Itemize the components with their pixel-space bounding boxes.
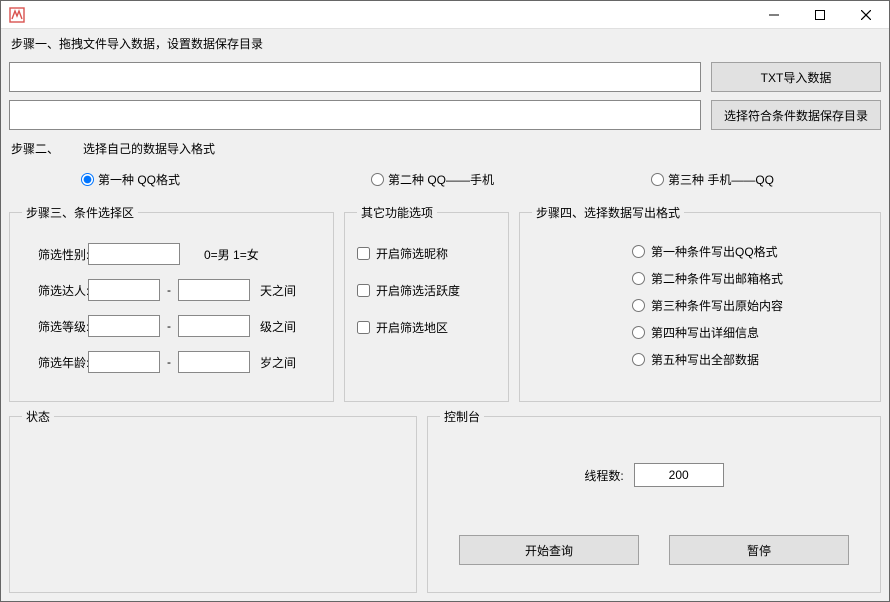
filter-region-checkbox[interactable] [357,321,370,334]
pause-button[interactable]: 暂停 [669,535,849,565]
gender-input[interactable] [88,243,180,265]
step2-prefix: 步骤二、 [11,140,59,157]
import-format-opt1-radio[interactable] [81,173,94,186]
other-legend: 其它功能选项 [357,204,437,221]
step1-label: 步骤一、拖拽文件导入数据，设置数据保存目录 [11,35,881,52]
filter-activity-checkbox[interactable] [357,284,370,297]
threads-input[interactable] [634,463,724,487]
daren-from-input[interactable] [88,279,160,301]
export-format-opt3[interactable]: 第三种条件写出原始内容 [632,297,868,314]
export-format-opt1[interactable]: 第一种条件写出QQ格式 [632,243,868,260]
app-icon [7,5,27,25]
status-fieldset: 状态 [9,408,417,593]
start-query-button[interactable]: 开始查询 [459,535,639,565]
import-format-opt1[interactable]: 第一种 QQ格式 [81,171,371,188]
age-to-input[interactable] [178,351,250,373]
maximize-button[interactable] [797,1,843,29]
level-to-input[interactable] [178,315,250,337]
console-legend: 控制台 [440,408,484,425]
level-suffix: 级之间 [260,318,296,335]
step4-fieldset: 步骤四、选择数据写出格式 第一种条件写出QQ格式 第二种条件写出邮箱格式 第三种… [519,204,881,402]
drop-file-input[interactable] [9,62,701,92]
import-format-opt3[interactable]: 第三种 手机——QQ [651,171,774,188]
filter-nickname-check[interactable]: 开启筛选昵称 [357,245,496,262]
step2-label: 选择自己的数据导入格式 [83,140,215,157]
step3-legend: 步骤三、条件选择区 [22,204,138,221]
other-options-fieldset: 其它功能选项 开启筛选昵称 开启筛选活跃度 开启筛选地区 [344,204,509,402]
filter-region-check[interactable]: 开启筛选地区 [357,319,496,336]
daren-label: 筛选达人: [22,282,82,299]
daren-to-input[interactable] [178,279,250,301]
import-format-opt2-radio[interactable] [371,173,384,186]
level-label: 筛选等级: [22,318,82,335]
save-path-input[interactable] [9,100,701,130]
gender-label: 筛选性别: [22,246,82,263]
step3-fieldset: 步骤三、条件选择区 筛选性别: 0=男 1=女 筛选达人: - 天之间 筛选等级… [9,204,334,402]
app-window: 步骤一、拖拽文件导入数据，设置数据保存目录 TXT导入数据 选择符合条件数据保存… [0,0,890,602]
threads-label: 线程数: [584,467,623,484]
export-format-opt4[interactable]: 第四种写出详细信息 [632,324,868,341]
age-label: 筛选年龄: [22,354,82,371]
import-txt-button[interactable]: TXT导入数据 [711,62,881,92]
age-from-input[interactable] [88,351,160,373]
console-fieldset: 控制台 线程数: 开始查询 暂停 [427,408,881,593]
export-format-opt5[interactable]: 第五种写出全部数据 [632,351,868,368]
filter-nickname-checkbox[interactable] [357,247,370,260]
level-from-input[interactable] [88,315,160,337]
filter-activity-check[interactable]: 开启筛选活跃度 [357,282,496,299]
step4-legend: 步骤四、选择数据写出格式 [532,204,684,221]
daren-suffix: 天之间 [260,282,296,299]
gender-key: 0=男 1=女 [204,246,259,263]
import-format-opt2[interactable]: 第二种 QQ——手机 [371,171,651,188]
import-format-opt3-radio[interactable] [651,173,664,186]
client-area: 步骤一、拖拽文件导入数据，设置数据保存目录 TXT导入数据 选择符合条件数据保存… [1,29,889,601]
titlebar [1,1,889,29]
choose-save-path-button[interactable]: 选择符合条件数据保存目录 [711,100,881,130]
close-button[interactable] [843,1,889,29]
status-legend: 状态 [22,408,54,425]
minimize-button[interactable] [751,1,797,29]
age-suffix: 岁之间 [260,354,296,371]
export-format-opt2[interactable]: 第二种条件写出邮箱格式 [632,270,868,287]
